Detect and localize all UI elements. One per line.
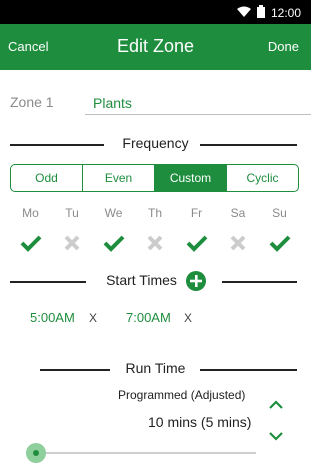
divider [200, 369, 297, 371]
status-time: 12:00 [270, 6, 301, 20]
app-bar: Cancel Edit Zone Done [0, 24, 311, 70]
battery-icon [256, 5, 265, 21]
remove-start-time-button[interactable]: X [184, 311, 192, 325]
run-time-slider[interactable] [26, 443, 266, 463]
start-times-header: Start Times [0, 271, 311, 291]
start-time-item[interactable]: 7:00AM [126, 310, 171, 325]
start-time-item[interactable]: 5:00AM [30, 310, 75, 325]
start-times-title: Start Times [106, 272, 177, 288]
day-label: Sa [230, 206, 246, 220]
page-title: Edit Zone [116, 36, 195, 56]
run-duration: 10 mins (5 mins) [148, 414, 252, 430]
add-start-time-button[interactable] [186, 271, 206, 291]
divider [222, 281, 297, 283]
day-label: Su [272, 206, 287, 220]
frequency-option-even[interactable]: Even [83, 165, 155, 191]
day-toggle-th[interactable]: Th [135, 206, 176, 254]
day-toggle-we[interactable]: We [93, 206, 134, 254]
wifi-icon [236, 6, 251, 20]
day-label: Th [147, 206, 162, 220]
check-icon [259, 232, 300, 254]
check-icon [93, 232, 134, 254]
zone-name-input[interactable] [85, 92, 311, 115]
programmed-label: Programmed (Adjusted) [118, 388, 246, 402]
start-times-list: 5:00AM X 7:00AM X [0, 307, 311, 327]
frequency-option-cyclic[interactable]: Cyclic [227, 165, 298, 191]
zone-label: Zone 1 [10, 94, 54, 110]
frequency-selector: Odd Even Custom Cyclic [10, 164, 299, 192]
day-toggle-sa[interactable]: Sa [218, 206, 259, 254]
chevron-up-icon [269, 400, 283, 409]
check-icon [10, 232, 51, 254]
done-button[interactable]: Done [268, 39, 299, 54]
status-bar: 12:00 [0, 0, 311, 24]
increase-duration-button[interactable] [268, 398, 284, 416]
run-time-title: Run Time [125, 360, 186, 376]
day-toggle-fr[interactable]: Fr [176, 206, 217, 254]
add-icon [190, 275, 202, 287]
run-time-header: Run Time [0, 359, 311, 379]
x-icon [218, 232, 259, 254]
remove-start-time-button[interactable]: X [89, 311, 97, 325]
day-label: We [104, 206, 123, 220]
x-icon [135, 232, 176, 254]
slider-track [36, 452, 256, 454]
day-label: Fr [190, 206, 203, 220]
zone-row: Zone 1 [10, 92, 311, 116]
day-label: Mo [22, 206, 39, 220]
frequency-header: Frequency [0, 134, 311, 154]
day-toggle-mo[interactable]: Mo [10, 206, 51, 254]
slider-thumb[interactable] [26, 443, 46, 463]
status-icons: 12:00 [236, 5, 301, 21]
frequency-title: Frequency [122, 135, 189, 151]
frequency-option-odd[interactable]: Odd [11, 165, 83, 191]
day-toggle-su[interactable]: Su [259, 206, 300, 254]
day-label: Tu [65, 206, 79, 220]
chevron-down-icon [269, 432, 283, 441]
check-icon [176, 232, 217, 254]
x-icon [52, 232, 93, 254]
day-toggle-tu[interactable]: Tu [52, 206, 93, 254]
day-selector: Mo Tu We Th Fr Sa Su [10, 206, 300, 254]
decrease-duration-button[interactable] [268, 429, 284, 447]
divider [200, 144, 297, 146]
slider-thumb-dot [33, 450, 39, 456]
frequency-option-custom[interactable]: Custom [155, 165, 227, 191]
